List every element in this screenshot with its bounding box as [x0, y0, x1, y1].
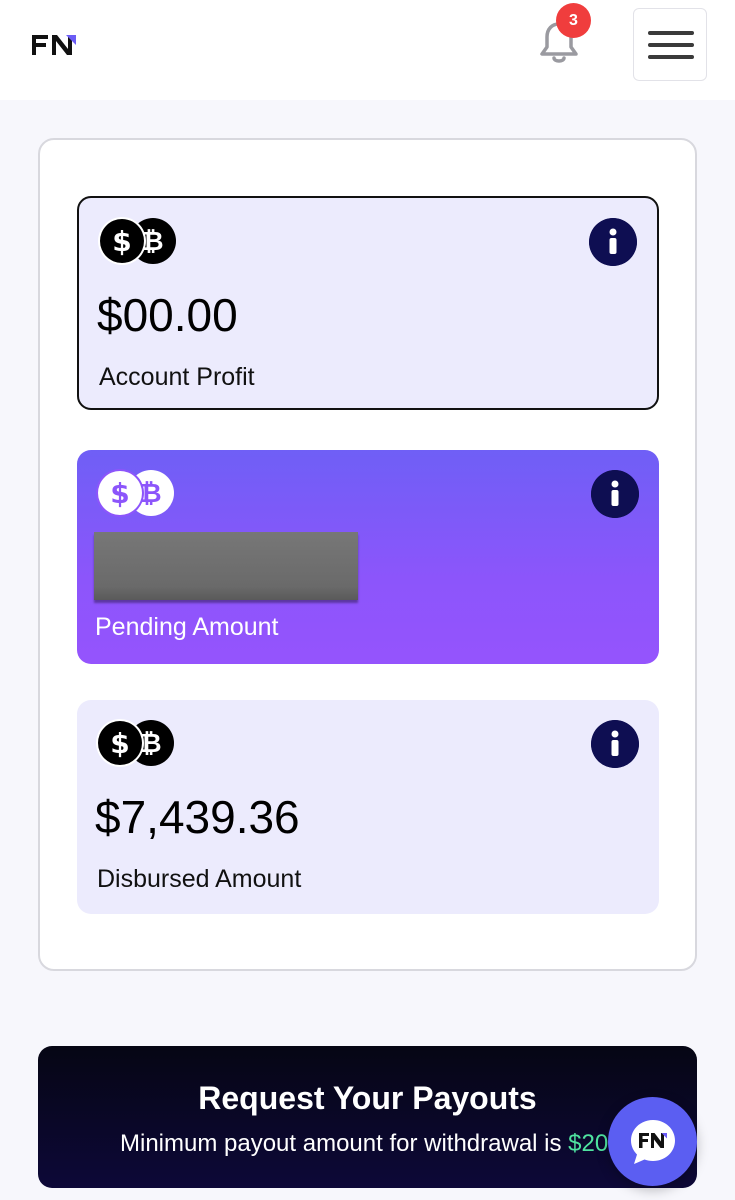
- disbursed-amount-value: $7,439.36: [95, 791, 300, 843]
- dollar-bitcoin-coins-icon: ₿ $: [98, 217, 176, 265]
- info-icon[interactable]: [591, 470, 639, 518]
- info-icon[interactable]: [589, 218, 637, 266]
- disbursed-amount-label: Disbursed Amount: [97, 865, 302, 893]
- payout-subtitle: Minimum payout amount for withdrawal is …: [120, 1130, 608, 1158]
- disbursed-amount-card[interactable]: ₿ $ $7,439.36 Disbursed Amount: [77, 700, 659, 914]
- account-profit-label: Account Profit: [99, 363, 255, 391]
- svg-text:$: $: [110, 727, 129, 760]
- menu-line-icon: [648, 31, 694, 35]
- menu-line-icon: [648, 43, 694, 47]
- notification-badge: 3: [556, 3, 591, 38]
- svg-text:$: $: [110, 477, 129, 510]
- payout-title: Request Your Payouts: [198, 1080, 537, 1116]
- pending-amount-label: Pending Amount: [95, 613, 279, 641]
- chat-button[interactable]: [608, 1097, 697, 1186]
- account-profit-card[interactable]: ₿ $ $00.00 Account Profit: [77, 196, 659, 410]
- menu-line-icon: [648, 55, 694, 59]
- request-payouts-banner[interactable]: Request Your Payouts Minimum payout amou…: [38, 1046, 697, 1188]
- dollar-bitcoin-coins-icon: ₿ $: [96, 719, 174, 767]
- svg-text:$: $: [112, 225, 131, 258]
- dollar-bitcoin-coins-icon: ₿ $: [96, 469, 174, 517]
- payout-subtitle-text: Minimum payout amount for withdrawal is: [120, 1130, 569, 1157]
- info-icon[interactable]: [591, 720, 639, 768]
- account-profit-amount: $00.00: [97, 289, 238, 341]
- pending-amount-card[interactable]: ₿ $ Pending Amount: [77, 450, 659, 664]
- hamburger-menu-button[interactable]: [633, 8, 707, 81]
- chat-bubble-icon: [631, 1120, 675, 1164]
- payout-minimum-amount: $20: [568, 1130, 609, 1157]
- fn-logo-icon[interactable]: [30, 33, 78, 57]
- redacted-amount: [94, 532, 358, 600]
- app-header: 3: [0, 0, 735, 100]
